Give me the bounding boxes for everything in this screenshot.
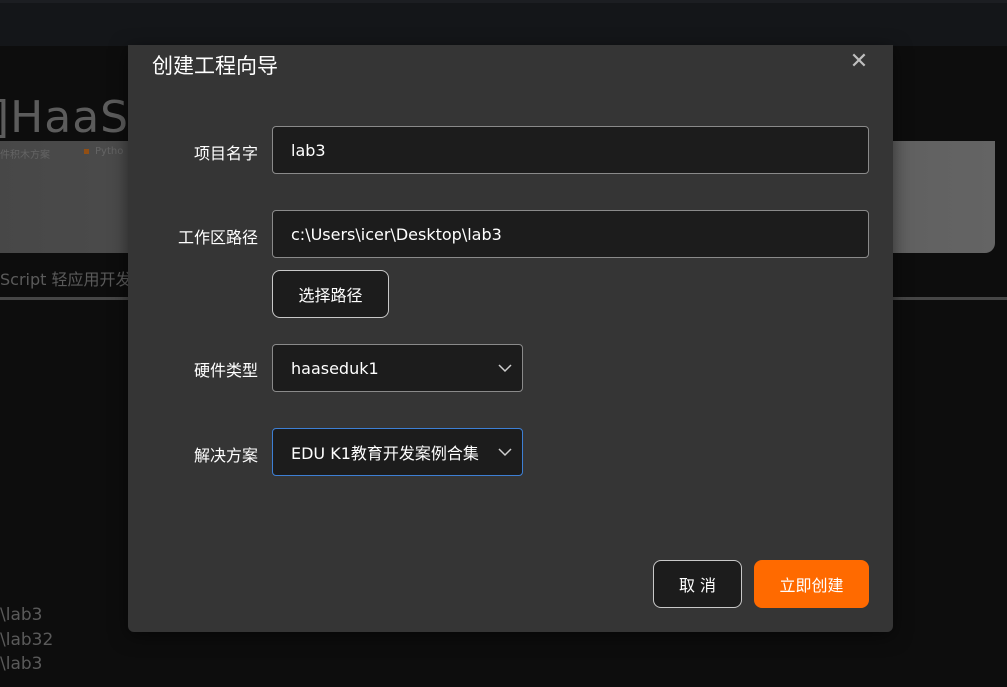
hardware-type-value: haaseduk1 (291, 358, 379, 378)
solution-select[interactable]: EDU K1教育开发案例合集 (272, 428, 523, 476)
workspace-path-input[interactable] (272, 210, 869, 258)
solution-label: 解决方案 (193, 446, 258, 465)
chevron-down-icon (488, 363, 522, 373)
cancel-button[interactable]: 取 消 (653, 560, 742, 608)
choose-path-button[interactable]: 选择路径 (272, 270, 389, 318)
workspace-path-label: 工作区路径 (177, 228, 258, 247)
dialog-title: 创建工程向导 (152, 54, 278, 78)
chevron-down-icon (488, 447, 522, 457)
project-name-label: 项目名字 (193, 144, 258, 163)
hardware-type-label: 硬件类型 (193, 361, 258, 380)
create-project-dialog: 创建工程向导 ✕ 项目名字 工作区路径 选择路径 硬件类型 haaseduk1 … (128, 45, 893, 632)
close-icon[interactable]: ✕ (848, 51, 870, 73)
project-name-input[interactable] (272, 126, 869, 174)
solution-value: EDU K1教育开发案例合集 (291, 444, 479, 463)
create-now-button[interactable]: 立即创建 (754, 560, 869, 608)
hardware-type-select[interactable]: haaseduk1 (272, 344, 523, 392)
